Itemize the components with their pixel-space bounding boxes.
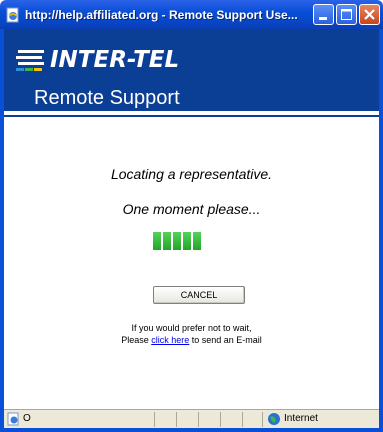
page-content: INTER-TEL Remote Support Locating a repr… [4,29,379,409]
status-separator [262,412,263,427]
progress-block [153,232,161,250]
progress-indicator [153,232,203,250]
status-text: O [23,413,31,424]
wait-note: If you would prefer not to wait, [131,323,252,333]
progress-block [173,232,181,250]
progress-block [193,232,201,250]
maximize-button[interactable] [336,4,357,25]
logo-wordmark: INTER-TEL [50,47,180,73]
inter-tel-logo: INTER-TEL [16,43,186,83]
ie-page-icon [7,412,19,426]
maximize-icon [341,9,352,20]
internet-globe-icon [268,413,280,425]
window-title-bar[interactable]: http://help.affiliated.org - Remote Supp… [0,0,383,29]
security-zone-label: Internet [284,413,318,424]
header-band: INTER-TEL Remote Support [4,29,379,115]
window-title: http://help.affiliated.org - Remote Supp… [25,7,298,22]
status-separator [176,412,177,427]
status-separator [198,412,199,427]
logo-stripes-icon [16,50,44,71]
cancel-button[interactable]: CANCEL [153,286,245,304]
header-divider-blue [4,115,379,117]
email-link[interactable]: click here [151,335,189,345]
locating-message: Locating a representative. [110,166,273,182]
close-icon [364,9,375,20]
window-frame-bottom [0,428,383,432]
status-bar: O Internet [4,409,379,428]
close-button[interactable] [359,4,380,25]
status-separator [154,412,155,427]
page-title: Remote Support [34,87,180,109]
email-note-prefix: Please [121,335,152,345]
progress-block [183,232,191,250]
progress-block [163,232,171,250]
email-note: Please click here to send an E-mail [4,335,379,345]
email-note-suffix: to send an E-mail [189,335,262,345]
status-separator [220,412,221,427]
status-separator [242,412,243,427]
window-frame-right [379,29,383,432]
wait-message: One moment please... [122,201,261,217]
ie-page-icon [6,7,19,22]
minimize-button[interactable] [313,4,334,25]
minimize-icon [319,17,327,20]
